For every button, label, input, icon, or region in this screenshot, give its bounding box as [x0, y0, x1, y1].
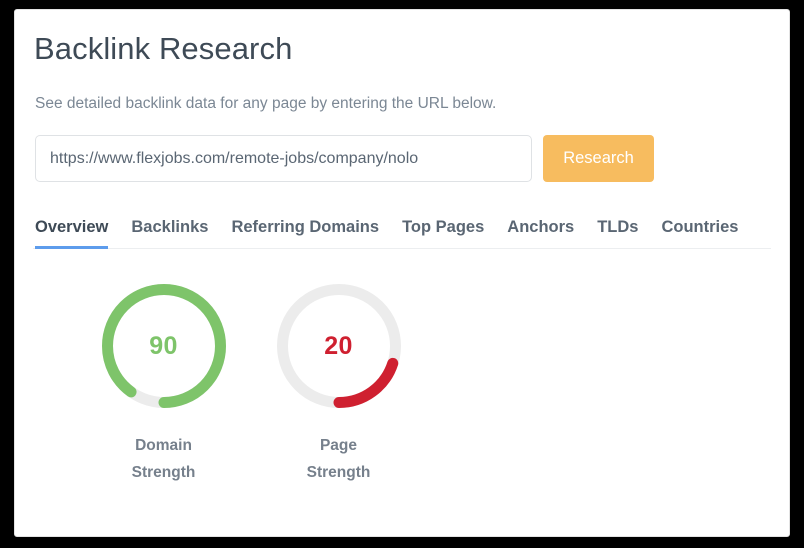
gauge-ring: 90	[101, 284, 226, 408]
url-search-row: Research	[33, 114, 771, 182]
tab-backlinks[interactable]: Backlinks	[131, 217, 208, 249]
gauge-ring: 20	[276, 284, 401, 408]
tab-top-pages[interactable]: Top Pages	[402, 217, 484, 249]
gauge-label-line1: Page	[319, 437, 358, 454]
page-title: Backlink Research	[34, 31, 293, 66]
tab-tlds[interactable]: TLDs	[597, 217, 638, 249]
gauge-label-line2: Strength	[306, 464, 371, 481]
backlink-research-card: Backlink Research See detailed backlink …	[14, 9, 790, 537]
gauge-label: Domain Strength	[132, 432, 196, 486]
metric-block: 20 Page Strength	[251, 284, 426, 486]
tab-countries[interactable]: Countries	[661, 217, 738, 249]
tab-anchors[interactable]: Anchors	[507, 217, 574, 249]
page-subtitle: See detailed backlink data for any page …	[35, 95, 497, 112]
research-button[interactable]: Research	[543, 135, 654, 182]
metric-gauges: 90 Domain Strength 20 Page Strength	[33, 249, 771, 486]
metric-block: 90 Domain Strength	[76, 284, 251, 486]
url-input[interactable]	[35, 135, 532, 182]
tab-bar: Overview Backlinks Referring Domains Top Pa…	[33, 213, 771, 249]
gauge-label-line2: Strength	[131, 464, 196, 481]
tab-overview[interactable]: Overview	[35, 217, 109, 249]
gauge-value: 90	[149, 331, 178, 360]
screenshot-viewport: Backlink Research See detailed backlink …	[0, 0, 804, 548]
card-content: Backlink Research See detailed backlink …	[15, 10, 789, 486]
tab-referring-domains[interactable]: Referring Domains	[231, 217, 379, 249]
gauge-value: 20	[324, 331, 353, 360]
gauge-label-line1: Domain	[135, 437, 192, 454]
gauge-label: Page Strength	[307, 432, 371, 486]
